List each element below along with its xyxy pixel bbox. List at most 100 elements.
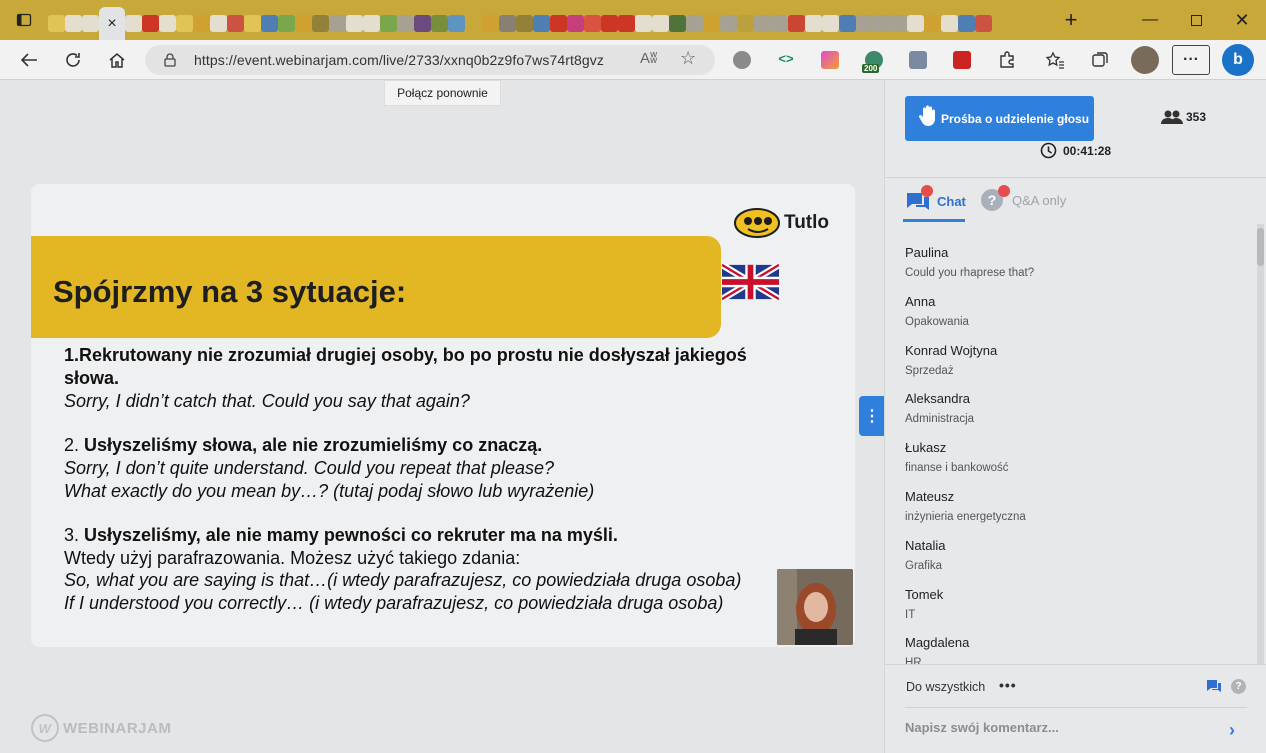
tab-favicon-icon[interactable] bbox=[754, 15, 771, 32]
chat-scrollbar[interactable] bbox=[1257, 224, 1264, 664]
tab-favicon-icon[interactable] bbox=[533, 15, 550, 32]
tab-favicon-icon[interactable] bbox=[397, 15, 414, 32]
tab-favicon-icon[interactable] bbox=[941, 15, 958, 32]
raise-hand-button[interactable]: Prośba o udzielenie głosu bbox=[905, 96, 1094, 141]
message-author: Paulina bbox=[905, 245, 949, 260]
presenter-webcam[interactable] bbox=[777, 569, 853, 645]
tab-favicon-icon[interactable] bbox=[193, 15, 210, 32]
tab-favicon-icon[interactable] bbox=[125, 15, 142, 32]
tab-favicon-icon[interactable] bbox=[924, 15, 941, 32]
close-window-button[interactable]: ✕ bbox=[1219, 0, 1265, 40]
extension-color-icon[interactable] bbox=[821, 51, 839, 69]
tab-favicon-icon[interactable] bbox=[635, 15, 652, 32]
chat-notification-badge bbox=[921, 185, 933, 197]
tab-favicon-icon[interactable] bbox=[839, 15, 856, 32]
tab-favicon-icon[interactable] bbox=[142, 15, 159, 32]
tab-favicon-icon[interactable] bbox=[414, 15, 431, 32]
tab-favicon-icon[interactable] bbox=[278, 15, 295, 32]
profile-avatar[interactable] bbox=[1131, 46, 1159, 74]
extension-cube-icon[interactable] bbox=[909, 51, 927, 69]
tab-favicon-icon[interactable] bbox=[363, 15, 380, 32]
tab-favicon-icon[interactable] bbox=[890, 15, 907, 32]
slide-title: Spójrzmy na 3 sytuacje: bbox=[53, 274, 407, 309]
settings-more-icon[interactable]: ··· bbox=[1172, 45, 1210, 75]
minimize-button[interactable]: — bbox=[1127, 0, 1173, 40]
tab-favicon-icon[interactable] bbox=[48, 15, 65, 32]
extension-code-icon[interactable]: <> bbox=[777, 51, 795, 69]
tab-favicon-icon[interactable] bbox=[227, 15, 244, 32]
tab-favicon-icon[interactable] bbox=[975, 15, 992, 32]
new-tab-button[interactable]: + bbox=[1060, 9, 1082, 32]
address-bar[interactable]: https://event.webinarjam.com/live/2733/x… bbox=[145, 45, 715, 75]
tab-favicon-icon[interactable] bbox=[720, 15, 737, 32]
collections-icon[interactable] bbox=[1086, 46, 1114, 74]
send-chevron-icon[interactable]: › bbox=[1229, 720, 1235, 741]
tab-favicon-icon[interactable] bbox=[805, 15, 822, 32]
tab-favicon-icon[interactable] bbox=[346, 15, 363, 32]
refresh-icon[interactable] bbox=[59, 46, 87, 74]
tab-favicon-icon[interactable] bbox=[431, 15, 448, 32]
tab-favicon-icon[interactable] bbox=[380, 15, 397, 32]
recipient-more-icon[interactable]: ••• bbox=[999, 677, 1017, 693]
uk-flag-icon bbox=[722, 264, 779, 300]
tab-favicon-icon[interactable] bbox=[873, 15, 890, 32]
tab-favicon-icon[interactable] bbox=[65, 15, 82, 32]
chat-mode-icon[interactable] bbox=[1206, 679, 1222, 693]
favorite-star-icon[interactable]: ☆ bbox=[680, 48, 696, 69]
bing-icon[interactable]: b bbox=[1222, 44, 1254, 76]
maximize-button[interactable] bbox=[1173, 0, 1219, 40]
tab-favicon-icon[interactable] bbox=[312, 15, 329, 32]
tab-favicon-icon[interactable] bbox=[448, 15, 465, 32]
tab-favicon-icon[interactable] bbox=[669, 15, 686, 32]
recipient-selector[interactable]: Do wszystkich bbox=[906, 680, 985, 694]
tab-favicon-icon[interactable] bbox=[465, 15, 482, 32]
tab-qa[interactable]: ? Q&A only bbox=[981, 185, 1066, 211]
tab-favicon-icon[interactable] bbox=[584, 15, 601, 32]
tab-favicon-icon[interactable] bbox=[618, 15, 635, 32]
tab-favicon-icon[interactable] bbox=[652, 15, 669, 32]
chat-message: Konrad Wojtyna Sprzedaż bbox=[905, 342, 1245, 391]
scrollbar-thumb[interactable] bbox=[1257, 228, 1264, 266]
comment-input[interactable]: Napisz swój komentarz... bbox=[905, 720, 1247, 740]
tab-favicon-icon[interactable] bbox=[567, 15, 584, 32]
favorites-icon[interactable] bbox=[1041, 46, 1069, 74]
tab-favicon-icon[interactable] bbox=[771, 15, 788, 32]
tab-favicon-icon[interactable] bbox=[261, 15, 278, 32]
extension-pdf-icon[interactable] bbox=[953, 51, 971, 69]
message-text: Sprzedaż bbox=[905, 364, 954, 377]
extension-gear-icon[interactable] bbox=[733, 51, 751, 69]
tab-chat[interactable]: Chat bbox=[905, 185, 966, 213]
close-tab-icon[interactable]: × bbox=[107, 15, 116, 33]
tab-favicon-icon[interactable] bbox=[958, 15, 975, 32]
tab-favicon-icon[interactable] bbox=[244, 15, 261, 32]
toggle-sidebar-button[interactable]: ⋮ bbox=[859, 396, 885, 436]
tab-favicon-icon[interactable] bbox=[907, 15, 924, 32]
read-aloud-icon[interactable]: Aʬ bbox=[640, 50, 657, 67]
tab-favicon-icon[interactable] bbox=[686, 15, 703, 32]
tab-favicon-icon[interactable] bbox=[82, 15, 99, 32]
message-text: Administracja bbox=[905, 413, 975, 426]
back-icon[interactable] bbox=[15, 46, 43, 74]
tab-favicon-icon[interactable] bbox=[856, 15, 873, 32]
tab-favicon-icon[interactable] bbox=[516, 15, 533, 32]
tab-favicon-icon[interactable] bbox=[788, 15, 805, 32]
tab-actions-icon[interactable] bbox=[0, 0, 48, 40]
tab-favicon-icon[interactable] bbox=[329, 15, 346, 32]
tab-favicon-icon[interactable] bbox=[482, 15, 499, 32]
tab-favicon-icon[interactable] bbox=[601, 15, 618, 32]
home-icon[interactable] bbox=[103, 46, 131, 74]
question-mode-icon[interactable]: ? bbox=[1231, 679, 1246, 694]
tab-favicon-icon[interactable] bbox=[159, 15, 176, 32]
tab-favicon-icon[interactable] bbox=[176, 15, 193, 32]
tab-favicon-icon[interactable] bbox=[295, 15, 312, 32]
active-tab[interactable]: × bbox=[99, 7, 125, 40]
tab-favicon-icon[interactable] bbox=[703, 15, 720, 32]
tab-favicon-icon[interactable] bbox=[550, 15, 567, 32]
tab-favicon-icon[interactable] bbox=[499, 15, 516, 32]
tab-favicon-icon[interactable] bbox=[210, 15, 227, 32]
tab-favicon-icon[interactable] bbox=[737, 15, 754, 32]
tab-favicon-icon[interactable] bbox=[822, 15, 839, 32]
chat-message: Natalia Grafika bbox=[905, 537, 1245, 586]
chat-message-list[interactable]: Paulina Could you rhaprese that? Anna Opak… bbox=[905, 244, 1245, 664]
extensions-puzzle-icon[interactable] bbox=[993, 46, 1021, 74]
